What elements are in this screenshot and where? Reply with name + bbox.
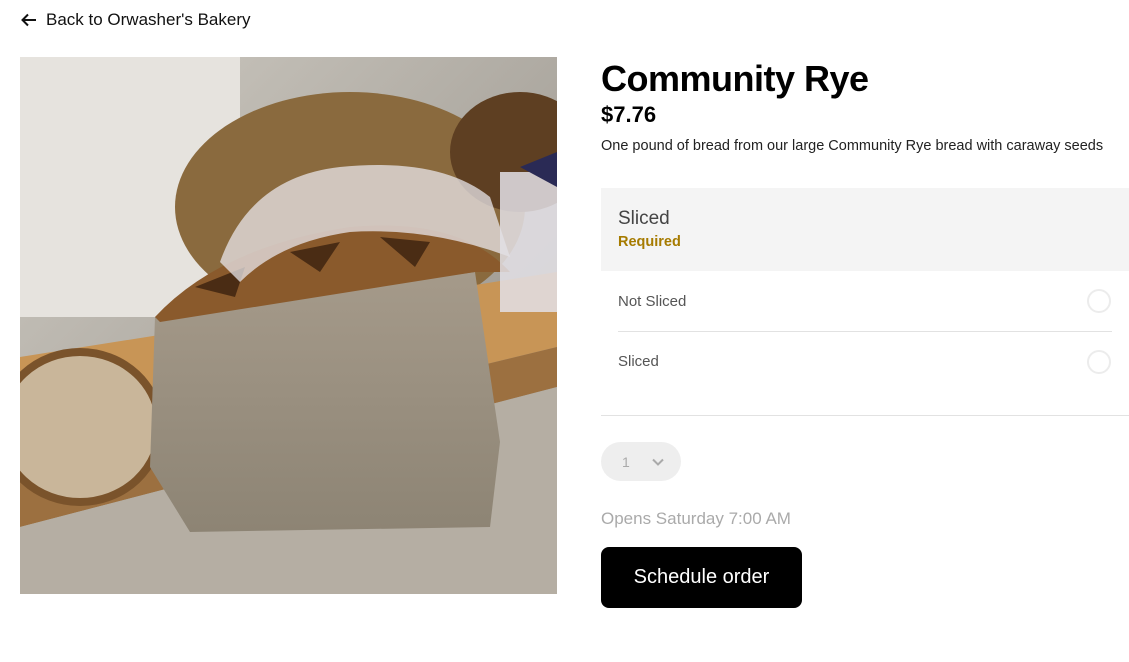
option-group-title: Sliced [618, 208, 670, 229]
arrow-left-icon [20, 11, 38, 29]
option-list: Not Sliced Sliced [601, 271, 1129, 416]
back-link-label: Back to Orwasher's Bakery [46, 10, 251, 29]
option-not-sliced[interactable]: Not Sliced [618, 271, 1112, 331]
back-link[interactable]: Back to Orwasher's Bakery [20, 9, 250, 31]
quantity-select[interactable]: 1 [601, 442, 681, 481]
radio-button[interactable] [1087, 289, 1111, 313]
chevron-down-icon [652, 453, 664, 471]
product-description: One pound of bread from our large Commun… [601, 138, 1104, 154]
radio-button[interactable] [1087, 349, 1111, 374]
quantity-value: 1 [622, 453, 630, 470]
product-image [20, 57, 557, 594]
product-title: Community Rye [601, 58, 869, 99]
required-badge: Required [618, 234, 681, 250]
product-price: $7.76 [601, 102, 657, 127]
option-label: Sliced [618, 353, 659, 370]
option-sliced[interactable]: Sliced [618, 331, 1112, 391]
option-label: Not Sliced [618, 292, 687, 310]
schedule-order-button[interactable]: Schedule order [601, 547, 802, 608]
opening-time: Opens Saturday 7:00 AM [601, 509, 791, 528]
product-details: Community Rye $7.76 One pound of bread f… [601, 58, 1129, 608]
option-group-header: Sliced Required [601, 188, 1129, 271]
